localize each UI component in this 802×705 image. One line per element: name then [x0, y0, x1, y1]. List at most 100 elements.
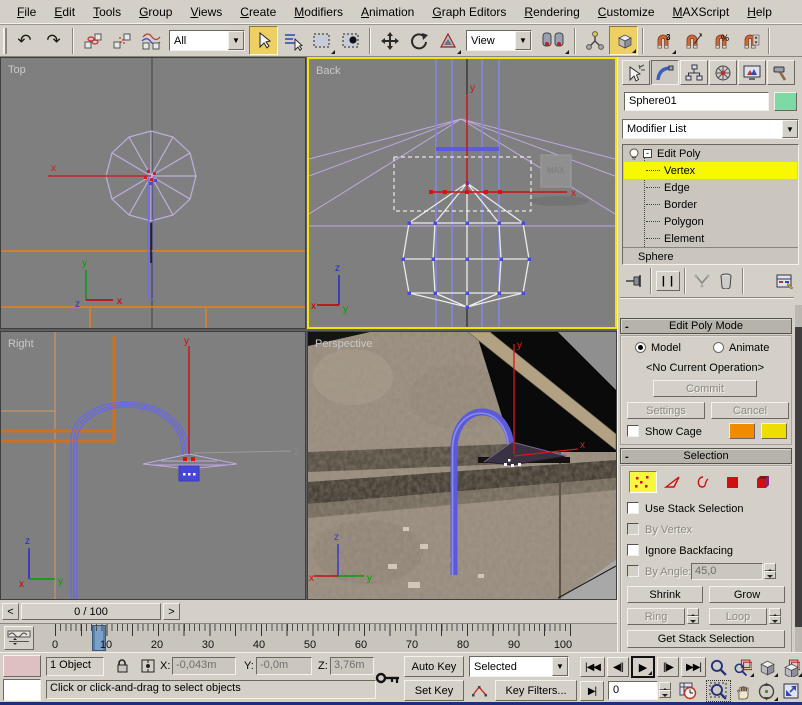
current-frame-field[interactable]: 0	[608, 681, 658, 700]
menu-file[interactable]: File	[8, 1, 45, 22]
stack-row-vertex[interactable]: Vertex	[624, 162, 797, 179]
set-keys-button[interactable]	[374, 663, 402, 693]
viewport-back[interactable]: MAX	[307, 57, 617, 329]
ring-button[interactable]: Ring	[627, 608, 685, 625]
key-filters-button[interactable]: Key Filters...	[495, 680, 577, 701]
tab-utilities[interactable]	[767, 60, 795, 85]
loop-spinner[interactable]	[769, 608, 781, 625]
open-mini-curve-editor-button[interactable]	[4, 626, 34, 650]
stack-modifier-label[interactable]: Edit Poly	[657, 148, 700, 160]
menu-create[interactable]: Create	[231, 1, 285, 22]
ring-spinner[interactable]	[687, 608, 699, 625]
angle-snap-button[interactable]	[677, 26, 706, 55]
menu-graph-editors[interactable]: Graph Editors	[423, 1, 515, 22]
viewport-perspective[interactable]: y x z x y Perspective	[307, 331, 617, 600]
select-and-scale-button[interactable]	[433, 26, 462, 55]
menu-animation[interactable]: Animation	[352, 1, 423, 22]
subobject-vertex-button[interactable]	[629, 471, 657, 493]
object-name-field[interactable]: Sphere01	[624, 92, 769, 111]
by-angle-field[interactable]: 45,0	[691, 563, 763, 580]
use-pivot-point-button[interactable]	[536, 26, 570, 55]
time-slider-next-button[interactable]: >	[163, 603, 180, 620]
y-coordinate-field[interactable]: -0,0m	[256, 657, 312, 675]
zoom-button[interactable]	[706, 656, 731, 678]
z-coordinate-field[interactable]: 3,76m	[330, 657, 374, 675]
tab-create[interactable]	[622, 60, 650, 85]
dropdown-arrow-icon[interactable]: ▼	[782, 120, 798, 138]
maxscript-mini-listener-white[interactable]	[3, 679, 41, 701]
stack-row-edit-poly[interactable]: - Edit Poly	[624, 145, 797, 162]
dropdown-arrow-icon[interactable]: ▼	[515, 31, 531, 50]
stack-row-element[interactable]: Element	[624, 230, 797, 247]
menu-maxscript[interactable]: MAXScript	[664, 1, 739, 22]
cage-color-swatch-2[interactable]	[761, 423, 787, 439]
model-radio[interactable]: Model	[635, 342, 681, 354]
set-key-button[interactable]: Set Key	[404, 680, 464, 701]
key-selection-dropdown[interactable]: Selected ▼	[469, 656, 569, 677]
subobject-border-button[interactable]	[689, 471, 717, 493]
next-frame-button[interactable]: ||▶	[657, 657, 679, 677]
unlink-selection-button[interactable]	[107, 26, 136, 55]
menu-tools[interactable]: Tools	[84, 1, 130, 22]
subobject-element-button[interactable]	[749, 471, 777, 493]
ignore-backfacing-checkbox[interactable]: Ignore Backfacing	[627, 544, 733, 557]
subobject-polygon-button[interactable]	[719, 471, 747, 493]
viewport-top[interactable]: x y x z Top	[0, 57, 306, 329]
subobject-edge-button[interactable]	[659, 471, 687, 493]
panel-scrollbar-thumb[interactable]	[795, 327, 802, 627]
window-crossing-toggle-button[interactable]	[336, 26, 365, 55]
go-to-end-button[interactable]: ▶▶|	[681, 657, 706, 677]
grow-button[interactable]: Grow	[709, 586, 785, 603]
stack-row-edge[interactable]: Edge	[624, 179, 797, 196]
spinner-snap-button[interactable]	[735, 26, 764, 55]
pin-stack-button[interactable]	[622, 271, 646, 291]
dropdown-arrow-icon[interactable]: ▼	[228, 31, 244, 50]
go-to-start-button[interactable]: |◀◀	[580, 657, 605, 677]
panel-scrollbar[interactable]	[795, 305, 802, 652]
frame-spinner[interactable]	[659, 682, 671, 699]
shrink-button[interactable]: Shrink	[627, 586, 703, 603]
select-and-link-button[interactable]	[78, 26, 107, 55]
reference-coordinate-dropdown[interactable]: View▼	[466, 30, 532, 51]
time-slider-bar[interactable]: 0 / 100	[21, 603, 161, 620]
show-end-result-button[interactable]: | |	[656, 271, 680, 291]
zoom-extents-all-button[interactable]	[778, 656, 802, 678]
bind-to-space-warp-button[interactable]	[136, 26, 165, 55]
time-configuration-button[interactable]	[676, 680, 700, 701]
absolute-offset-toggle[interactable]	[138, 656, 158, 676]
show-cage-checkbox[interactable]: Show Cage	[627, 425, 702, 438]
arc-rotate-button[interactable]	[754, 680, 779, 702]
loop-button[interactable]: Loop	[709, 608, 767, 625]
lightbulb-icon[interactable]	[627, 147, 641, 161]
select-object-button[interactable]	[249, 26, 278, 55]
rectangular-selection-region-button[interactable]	[307, 26, 336, 55]
select-and-manipulate-button[interactable]	[580, 26, 609, 55]
timeline-ruler[interactable]: 0 10 20 30 40 50 60 70 80 90 100	[44, 624, 584, 652]
play-button[interactable]: ▶	[631, 656, 655, 678]
collapse-box-icon[interactable]: -	[643, 149, 652, 158]
animate-radio[interactable]: Animate	[713, 342, 769, 354]
dropdown-arrow-icon[interactable]: ▼	[552, 657, 568, 676]
rollout-edit-poly-mode-header[interactable]: - Edit Poly Mode	[620, 318, 792, 334]
get-stack-selection-button[interactable]: Get Stack Selection	[627, 630, 785, 648]
cancel-button[interactable]: Cancel	[711, 402, 789, 419]
tab-display[interactable]	[738, 60, 766, 85]
rollout-selection-header[interactable]: - Selection	[620, 448, 792, 464]
snap-toggle-3d-button[interactable]: 3	[648, 26, 677, 55]
menu-help[interactable]: Help	[738, 1, 781, 22]
menu-edit[interactable]: Edit	[45, 1, 84, 22]
make-unique-button[interactable]	[690, 271, 714, 291]
stack-row-border[interactable]: Border	[624, 196, 797, 213]
use-stack-selection-checkbox[interactable]: Use Stack Selection	[627, 502, 743, 515]
min-max-toggle-button[interactable]	[778, 680, 802, 702]
time-slider-prev-button[interactable]: <	[2, 603, 19, 620]
by-vertex-checkbox[interactable]: By Vertex	[627, 523, 692, 536]
configure-modifier-sets-button[interactable]	[772, 271, 798, 291]
stack-row-sphere[interactable]: Sphere	[624, 248, 797, 265]
stack-row-polygon[interactable]: Polygon	[624, 213, 797, 230]
pan-button[interactable]	[730, 680, 755, 702]
menu-views[interactable]: Views	[181, 1, 231, 22]
toolbar-drag-handle[interactable]	[3, 28, 7, 54]
select-and-rotate-button[interactable]	[404, 26, 433, 55]
percent-snap-button[interactable]: %	[706, 26, 735, 55]
